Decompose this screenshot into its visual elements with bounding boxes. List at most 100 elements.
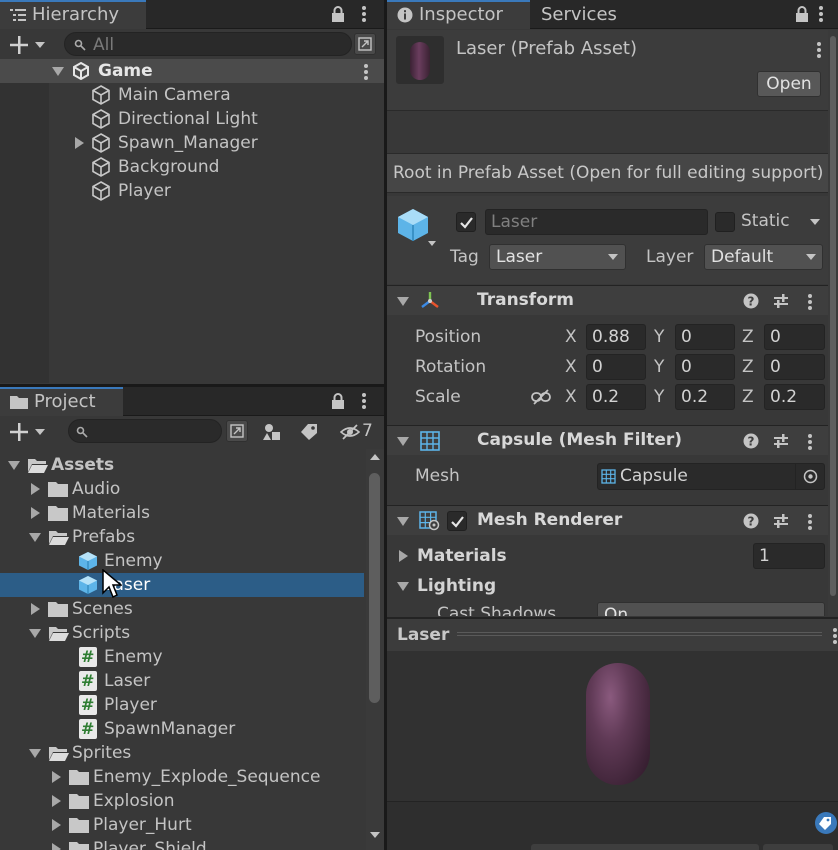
constrain-proportions-icon[interactable]	[530, 388, 552, 406]
project-search-input[interactable]	[68, 419, 222, 443]
mesh-filter-header[interactable]: Capsule (Mesh Filter) ?	[387, 425, 838, 455]
hierarchy-item[interactable]: Spawn_Manager	[0, 131, 384, 155]
mesh-object-field[interactable]: Capsule	[597, 463, 825, 490]
chevron-down-icon[interactable]	[34, 41, 46, 49]
hierarchy-item[interactable]: Background	[0, 155, 384, 179]
expand-icon[interactable]	[52, 795, 61, 807]
expand-icon[interactable]	[31, 483, 40, 495]
project-tree-item[interactable]: Enemy_Explode_Sequence	[0, 765, 364, 789]
hierarchy-item[interactable]: Main Camera	[0, 83, 384, 107]
chevron-down-icon[interactable]	[34, 428, 46, 436]
scale-y-field[interactable]: 0.2	[675, 384, 735, 410]
tag-dropdown[interactable]: Laser	[489, 244, 626, 270]
hierarchy-search-input[interactable]: All	[64, 32, 352, 56]
static-checkbox[interactable]	[715, 212, 735, 232]
materials-count-field[interactable]: 1	[753, 543, 825, 569]
presets-icon[interactable]	[773, 293, 789, 309]
scale-x-field[interactable]: 0.2	[586, 384, 646, 410]
mesh-renderer-fold-icon[interactable]	[397, 517, 409, 526]
expand-icon[interactable]	[29, 749, 41, 758]
position-y-label[interactable]: Y	[654, 327, 664, 347]
scene-row[interactable]: Game	[0, 59, 384, 83]
mesh-filter-menu-icon[interactable]	[808, 434, 812, 452]
inspector-scroll-thumb[interactable]	[830, 36, 836, 596]
project-tree-item[interactable]: # SpawnManager	[0, 717, 364, 741]
expand-icon[interactable]	[52, 843, 61, 850]
asset-label-icon[interactable]	[815, 812, 837, 834]
tab-project[interactable]: Project	[0, 387, 123, 416]
lock-icon[interactable]	[795, 6, 809, 23]
inspector-scrollbar[interactable]	[828, 30, 838, 616]
project-tree-item[interactable]: # Laser	[0, 669, 364, 693]
project-tree-item[interactable]: Prefabs	[0, 525, 364, 549]
expand-icon[interactable]	[29, 533, 41, 542]
preview-area[interactable]	[387, 651, 838, 801]
icon-chevron-down-icon[interactable]	[427, 240, 437, 247]
scroll-down-icon[interactable]	[369, 831, 381, 839]
object-picker-icon[interactable]	[803, 469, 818, 484]
scale-x-label[interactable]: X	[565, 387, 577, 407]
preview-menu-icon[interactable]	[833, 628, 837, 646]
preview-drag-handle[interactable]	[457, 632, 822, 636]
add-icon[interactable]	[9, 35, 29, 55]
project-tree-item[interactable]: Materials	[0, 501, 364, 525]
project-tree-item[interactable]: # Enemy	[0, 645, 364, 669]
scene-expand-icon[interactable]	[52, 67, 64, 76]
scroll-up-icon[interactable]	[369, 453, 381, 461]
project-menu-icon[interactable]	[362, 393, 366, 411]
project-tree-item[interactable]: Laser	[0, 573, 364, 597]
help-icon[interactable]: ?	[743, 433, 759, 449]
rotation-z-field[interactable]: 0	[764, 354, 825, 380]
scroll-thumb[interactable]	[369, 473, 380, 703]
hierarchy-menu-icon[interactable]	[362, 6, 366, 24]
cast-shadows-dropdown[interactable]: On	[597, 602, 825, 616]
active-checkbox[interactable]	[456, 212, 476, 232]
project-tree-item[interactable]: Player_Hurt	[0, 813, 364, 837]
project-scrollbar[interactable]	[366, 449, 384, 850]
expand-icon[interactable]	[75, 137, 84, 149]
scene-menu-icon[interactable]	[364, 64, 368, 82]
tab-hierarchy[interactable]: Hierarchy	[0, 0, 146, 29]
mesh-filter-fold-icon[interactable]	[397, 437, 409, 446]
project-tree-item[interactable]: Audio	[0, 477, 364, 501]
project-tree-item[interactable]: Enemy	[0, 549, 364, 573]
open-prefab-button[interactable]: Open	[757, 71, 821, 97]
expand-icon[interactable]	[31, 507, 40, 519]
expand-icon[interactable]	[8, 461, 20, 470]
static-dropdown-icon[interactable]	[809, 218, 821, 226]
add-icon[interactable]	[9, 422, 29, 442]
transform-header[interactable]: Transform ?	[387, 285, 838, 315]
lock-icon[interactable]	[331, 6, 345, 23]
scale-z-field[interactable]: 0.2	[764, 384, 825, 410]
rotation-z-label[interactable]: Z	[742, 357, 754, 377]
project-tree-item[interactable]: Assets	[0, 453, 364, 477]
filter-by-type-icon[interactable]	[262, 422, 282, 442]
expand-icon[interactable]	[29, 629, 41, 638]
presets-icon[interactable]	[773, 513, 789, 529]
tab-services[interactable]: Services	[531, 0, 627, 29]
position-z-label[interactable]: Z	[742, 327, 754, 347]
project-tree-item[interactable]: # Player	[0, 693, 364, 717]
rotation-y-field[interactable]: 0	[675, 354, 735, 380]
project-tree-item[interactable]: Player_Shield	[0, 837, 364, 850]
position-x-label[interactable]: X	[565, 327, 577, 347]
position-y-field[interactable]: 0	[675, 324, 735, 350]
filter-by-label-icon[interactable]	[300, 423, 318, 441]
project-tree-item[interactable]: Sprites	[0, 741, 364, 765]
rotation-y-label[interactable]: Y	[654, 357, 664, 377]
lock-icon[interactable]	[331, 393, 345, 410]
scale-y-label[interactable]: Y	[654, 387, 664, 407]
object-name-field[interactable]: Laser	[485, 209, 708, 235]
mesh-renderer-enabled-checkbox[interactable]	[447, 511, 467, 531]
expand-icon[interactable]	[52, 771, 61, 783]
position-z-field[interactable]: 0	[764, 324, 825, 350]
position-x-field[interactable]: 0.88	[586, 324, 646, 350]
lighting-fold-icon[interactable]	[397, 582, 409, 591]
rotation-x-label[interactable]: X	[565, 357, 577, 377]
project-tree-item[interactable]: Explosion	[0, 789, 364, 813]
project-tree-item[interactable]: Scripts	[0, 621, 364, 645]
hierarchy-item[interactable]: Directional Light	[0, 107, 384, 131]
asset-menu-icon[interactable]	[817, 42, 821, 60]
transform-menu-icon[interactable]	[808, 294, 812, 312]
hierarchy-item[interactable]: Player	[0, 179, 384, 203]
